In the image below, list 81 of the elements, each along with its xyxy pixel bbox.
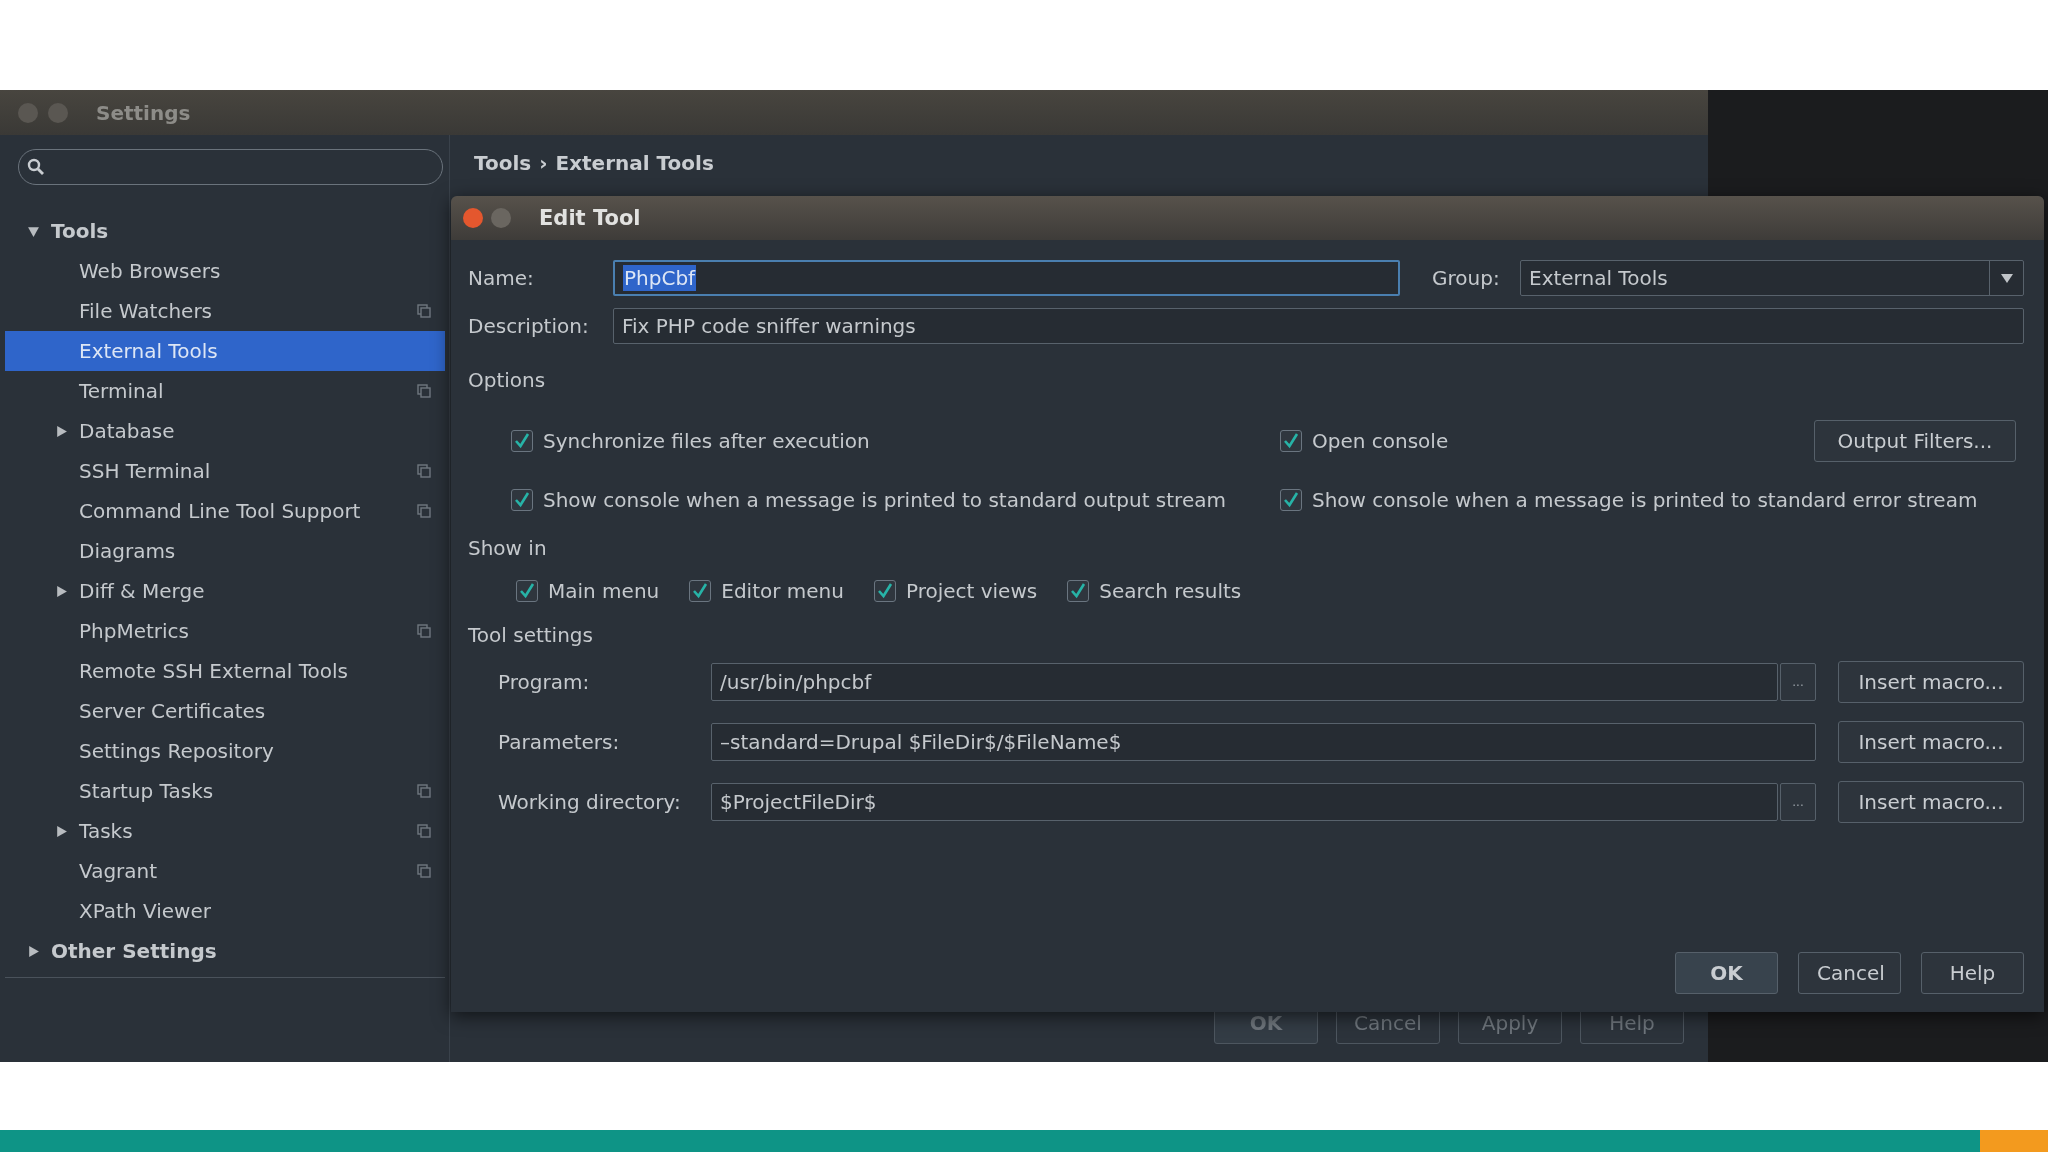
checkbox-label: Show console when a message is printed to standard output stream (543, 487, 1226, 512)
dropdown-arrow-icon (2000, 273, 2013, 283)
checkbox-label: Open console (1312, 428, 1449, 453)
checkbox[interactable] (511, 429, 533, 452)
output-filters-button[interactable]: Output Filters... (1814, 419, 2016, 462)
checkbox[interactable] (1280, 488, 1302, 511)
checkbox[interactable] (516, 579, 538, 602)
checkbox-label: Show console when a message is printed to standard error stream (1312, 487, 1978, 512)
field-label: Name: (468, 266, 535, 290)
sidebar-item[interactable]: SSH Terminal (5, 451, 445, 491)
checkbox[interactable] (1067, 579, 1090, 602)
close-icon[interactable] (463, 208, 483, 228)
sidebar-item[interactable]: Diagrams (5, 531, 445, 571)
sidebar-item[interactable]: XPath Viewer (5, 891, 445, 931)
sidebar-item[interactable]: Terminal (5, 371, 445, 411)
checkbox[interactable] (511, 488, 533, 511)
sidebar-item[interactable]: External Tools (5, 331, 445, 371)
expanded-arrow-icon[interactable] (27, 224, 40, 238)
copy-icon (417, 384, 431, 398)
copy-icon (417, 624, 431, 638)
sidebar-item[interactable]: Vagrant (5, 851, 445, 891)
collapsed-arrow-icon[interactable] (55, 824, 68, 838)
collapsed-arrow-icon[interactable] (55, 424, 68, 438)
sidebar-item[interactable]: Diff & Merge (5, 571, 445, 611)
checkbox-label: Editor menu (721, 578, 844, 603)
field-label: Program: (498, 670, 591, 694)
copy-icon (417, 784, 431, 798)
field-label: Group: (1432, 266, 1501, 290)
insert-macro-button[interactable]: Insert macro... (1838, 721, 2024, 763)
copy-icon (417, 504, 431, 518)
sidebar-item[interactable]: File Watchers (5, 291, 445, 331)
sidebar-item[interactable]: Web Browsers (5, 251, 445, 291)
copy-icon (417, 824, 431, 838)
breadcrumb-separator: › (539, 151, 548, 175)
sidebar-item[interactable]: Tasks (5, 811, 445, 851)
input-field[interactable]: /usr/bin/phpcbf (711, 663, 1778, 701)
sidebar-item[interactable]: Startup Tasks (5, 771, 445, 811)
search-icon (27, 158, 45, 176)
browse-button[interactable]: ... (1780, 783, 1816, 821)
field-label: Parameters: (498, 730, 621, 754)
sidebar-item[interactable]: Remote SSH External Tools (5, 651, 445, 691)
copy-icon (417, 304, 431, 318)
checkbox-label: Project views (905, 578, 1038, 603)
breadcrumb-item: External Tools (555, 151, 714, 175)
input-field[interactable]: $ProjectFileDir$ (711, 783, 1778, 821)
field-label: Working directory: (498, 790, 682, 814)
copy-icon (417, 864, 431, 878)
collapsed-arrow-icon[interactable] (27, 944, 40, 958)
name-field[interactable]: PhpCbf (613, 260, 1400, 296)
sidebar-item[interactable]: Command Line Tool Support (5, 491, 445, 531)
input-field[interactable]: –standard=Drupal $FileDir$/$FileName$ (711, 723, 1816, 761)
browse-button[interactable]: ... (1780, 663, 1816, 701)
footer-accent (1980, 1130, 2048, 1152)
checkbox[interactable] (689, 579, 712, 602)
checkbox-label: Search results (1099, 578, 1242, 603)
checkbox-label: Synchronize files after execution (543, 428, 870, 453)
group-dropdown[interactable]: External Tools (1520, 260, 2024, 296)
collapsed-arrow-icon[interactable] (55, 584, 68, 598)
sidebar-item[interactable]: PhpMetrics (5, 611, 445, 651)
sidebar-item[interactable]: Settings Repository (5, 731, 445, 771)
window-title: Settings (96, 100, 191, 125)
checkbox-label: Main menu (548, 578, 660, 603)
section-heading: Show in (468, 536, 548, 562)
dialog-button[interactable]: Cancel (1798, 952, 1901, 994)
sidebar-item[interactable]: Server Certificates (5, 691, 445, 731)
dialog-button[interactable]: Help (1921, 952, 2024, 994)
dialog-title: Edit Tool (539, 206, 641, 230)
checkbox[interactable] (1280, 429, 1302, 452)
copy-icon (417, 464, 431, 478)
insert-macro-button[interactable]: Insert macro... (1838, 781, 2024, 823)
insert-macro-button[interactable]: Insert macro... (1838, 661, 2024, 703)
sidebar-item[interactable]: Tools (5, 211, 445, 251)
checkbox[interactable] (873, 579, 896, 602)
field-label: Description: (468, 314, 590, 338)
breadcrumb-item: Tools (474, 151, 532, 175)
section-heading: Tool settings (468, 623, 594, 649)
description-field[interactable]: Fix PHP code sniffer warnings (613, 308, 2024, 344)
sidebar-item[interactable]: Database (5, 411, 445, 451)
sidebar-item[interactable]: Other Settings (5, 931, 445, 971)
dialog-button[interactable]: OK (1675, 952, 1778, 994)
section-heading: Options (468, 368, 547, 394)
